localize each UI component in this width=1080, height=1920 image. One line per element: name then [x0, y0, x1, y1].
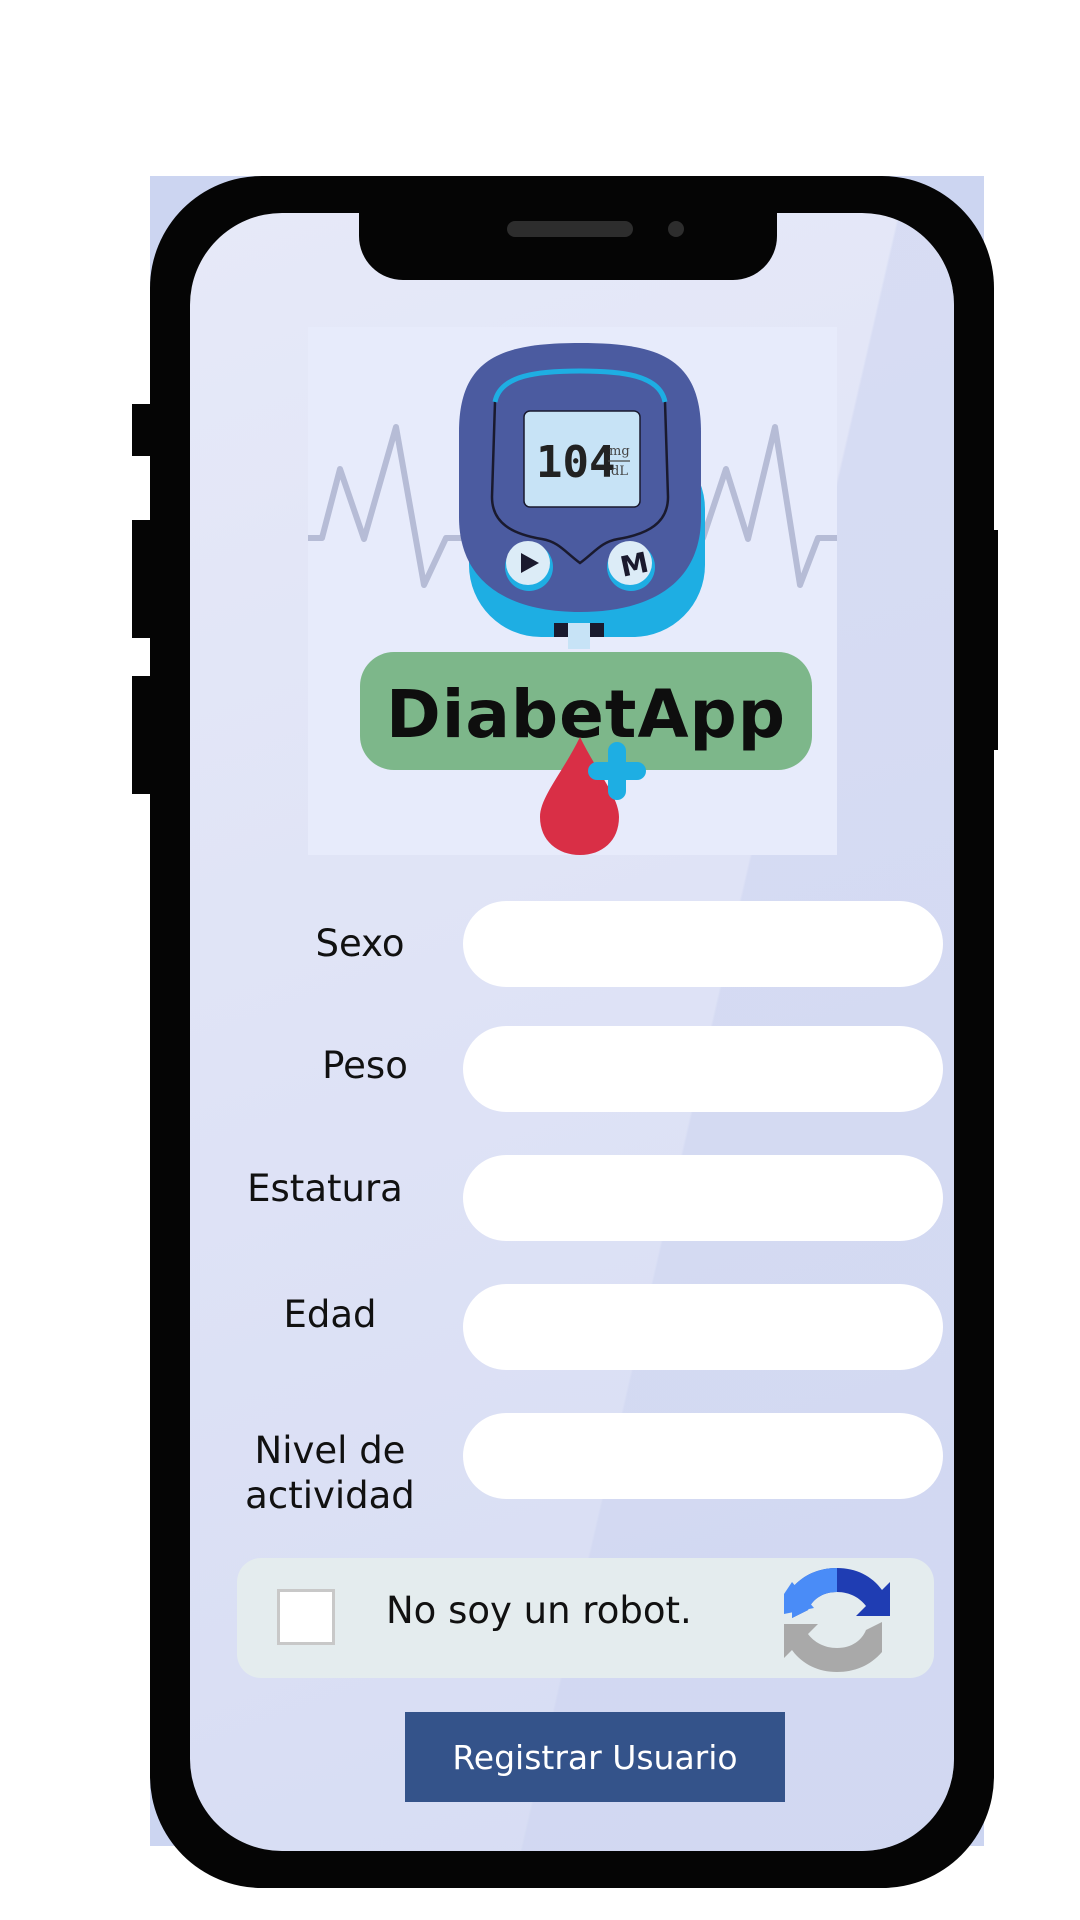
- label-nivel-actividad: Nivel de actividad: [225, 1428, 435, 1518]
- nivel-actividad-input[interactable]: [463, 1413, 943, 1499]
- speaker-grille: [507, 221, 633, 237]
- peso-input[interactable]: [463, 1026, 943, 1112]
- label-peso: Peso: [322, 1044, 408, 1087]
- label-sexo: Sexo: [315, 922, 405, 965]
- label-nivel-line2: actividad: [245, 1474, 415, 1517]
- glucometer-icon: 104 mg dL M: [459, 343, 705, 649]
- edad-input[interactable]: [463, 1284, 943, 1370]
- svg-text:104: 104: [536, 437, 615, 488]
- svg-text:dL: dL: [611, 464, 628, 479]
- label-nivel-line1: Nivel de: [254, 1429, 406, 1472]
- recaptcha-icon: [784, 1568, 890, 1672]
- app-logo: 104 mg dL M DiabetApp: [308, 327, 837, 855]
- logo-text: DiabetApp: [386, 676, 786, 753]
- captcha-label: No soy un robot.: [386, 1589, 692, 1632]
- heartbeat-line: [308, 424, 471, 588]
- svg-text:mg: mg: [609, 444, 630, 459]
- estatura-input[interactable]: [463, 1155, 943, 1241]
- front-camera: [668, 221, 684, 237]
- label-edad: Edad: [283, 1293, 377, 1336]
- label-estatura: Estatura: [247, 1167, 403, 1210]
- sexo-input[interactable]: [463, 901, 943, 987]
- captcha-checkbox[interactable]: [277, 1589, 335, 1645]
- register-user-button[interactable]: Registrar Usuario: [405, 1712, 785, 1802]
